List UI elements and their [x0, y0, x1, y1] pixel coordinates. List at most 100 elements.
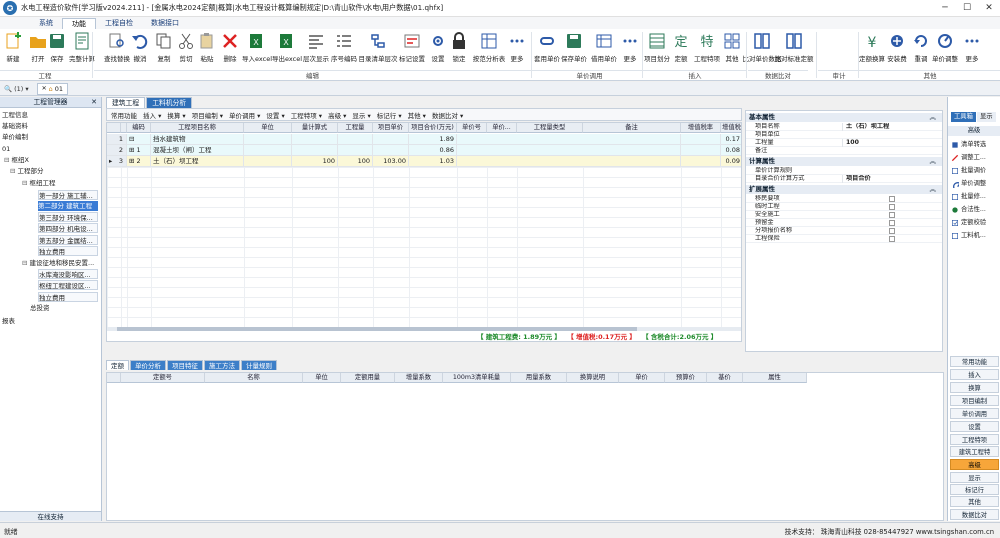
collapse-arrow-icon[interactable]: ︽	[930, 113, 937, 122]
ribbon-cut-button-7[interactable]: 剪切	[176, 31, 196, 63]
ribbon-undo-button-5[interactable]: 撤消	[130, 31, 150, 63]
grid-scrollbar[interactable]	[107, 327, 741, 331]
grid-column-header[interactable]: 工程项目名称	[151, 123, 244, 133]
grid-column-header[interactable]: 项目合价(万元)	[409, 123, 457, 133]
ribbon-paste-button-8[interactable]: 粘贴	[197, 31, 217, 63]
project-grid[interactable]: 【 建筑工程费: 1.89万元 】 【 增值税:0.17万元 】 【 含税合计:…	[106, 122, 742, 342]
toolbox-item[interactable]: 批量修...	[951, 192, 986, 202]
function-menu-6[interactable]: 工程特项 ▾	[291, 110, 322, 120]
tree-item[interactable]: 工程信息	[2, 110, 102, 120]
quota-column-header[interactable]: 100m3清单耗量	[443, 373, 511, 383]
maximize-button[interactable]: ☐	[956, 3, 978, 13]
function-menu-3[interactable]: 项目编制 ▾	[192, 110, 223, 120]
grid-column-header[interactable]: 增值税	[721, 123, 741, 133]
tree-item[interactable]: 基础资料	[2, 121, 102, 131]
cell-code[interactable]: ⊟	[127, 134, 151, 145]
cell-name[interactable]: 土（石）坝工程	[151, 156, 244, 167]
cell-price[interactable]: 103.00	[373, 156, 409, 167]
toolbox-nav-button[interactable]: 常用功能	[950, 356, 999, 367]
minimize-button[interactable]: ─	[934, 3, 956, 13]
quota-column-header[interactable]: 增量系数	[395, 373, 443, 383]
bottom-tab-0[interactable]: 定额	[106, 360, 129, 370]
ribbon-import-excel-button-10[interactable]: X 导入excel	[242, 31, 272, 63]
tree-item[interactable]: 第三部分 环境保...	[38, 212, 98, 222]
tree-item[interactable]: 枢纽工程建设区...	[38, 280, 98, 290]
grid-column-header[interactable]: 工程量类型	[517, 123, 583, 133]
quota-column-header[interactable]: 属性	[743, 373, 807, 383]
ribbon-compare-quota-button-29[interactable]: 比对标准定额	[775, 31, 814, 63]
cell-total[interactable]: 1.03	[409, 156, 457, 167]
property-section-header[interactable]: 扩展属性 ︽	[746, 185, 942, 194]
function-menu-0[interactable]: 常用功能	[111, 110, 137, 120]
function-menu-9[interactable]: 标记行 ▾	[377, 110, 402, 120]
ribbon-delete-button-9[interactable]: 删除	[220, 31, 240, 63]
ribbon-save-price-button-21[interactable]: 保存单价	[560, 31, 588, 63]
tree-item[interactable]: ⊟ 建设征地和移民安置...	[22, 258, 98, 268]
bottom-tab-2[interactable]: 项目特征	[167, 360, 203, 370]
quota-grid[interactable]: 定额号 名称 单位 定额用量 增量系数 100m3清单耗量 用量系数 换算说明 单价 预算价 基价属…	[106, 372, 944, 521]
cell-code[interactable]: ⊞ 1	[127, 145, 151, 156]
quota-column-header[interactable]: 定额号	[121, 373, 205, 383]
tree-item[interactable]: 第五部分 金属结...	[38, 235, 98, 245]
property-row[interactable]: 目录合价计算方式 项目合价	[746, 175, 942, 183]
function-menu-7[interactable]: 高级 ▾	[328, 110, 346, 120]
cell-price[interactable]	[373, 145, 409, 156]
property-row[interactable]: 移民要项	[746, 195, 942, 203]
grid-column-header[interactable]: 单位	[244, 123, 292, 133]
toolbox-nav-button[interactable]: 高级	[950, 459, 999, 470]
property-row[interactable]: 临时工程	[746, 203, 942, 211]
grid-column-header[interactable]	[107, 123, 121, 133]
ribbon-lock-button-17[interactable]: 锁定	[449, 31, 469, 63]
grid-column-header[interactable]: 工程量	[338, 123, 373, 133]
tab-material-analysis[interactable]: 工料机分析	[146, 97, 193, 108]
bottom-tab-3[interactable]: 施工方法	[204, 360, 240, 370]
grid-column-header[interactable]: 备注	[583, 123, 681, 133]
property-row[interactable]: 工程保险	[746, 235, 942, 243]
ribbon-apply-price-button-20[interactable]: 套用单价	[533, 31, 561, 63]
property-section-header[interactable]: 计算属性 ︽	[746, 157, 942, 166]
toolbox-nav-button[interactable]: 项目编制	[950, 395, 999, 406]
cell-tax-rate[interactable]	[681, 145, 721, 156]
tree-expand-icon[interactable]: ⊟	[22, 179, 30, 187]
tree-expand-icon[interactable]: ⊟	[22, 259, 30, 267]
property-checkbox[interactable]	[889, 220, 895, 226]
ribbon-quota-button-25[interactable]: 定定额	[671, 31, 691, 63]
function-menu-1[interactable]: 插入 ▾	[143, 110, 161, 120]
property-checkbox[interactable]	[889, 212, 895, 218]
menu-tab-3[interactable]: 数据接口	[142, 18, 188, 29]
ribbon-more-button-19[interactable]: 更多	[507, 31, 527, 63]
function-menu-8[interactable]: 显示 ▾	[352, 110, 370, 120]
tab-building-works[interactable]: 建筑工程	[106, 97, 146, 108]
cell-misc[interactable]	[457, 156, 681, 167]
tree-item[interactable]: ⊟ 工程部分	[10, 166, 98, 176]
toolbox-nav-button[interactable]: 显示	[950, 472, 999, 483]
quota-column-header[interactable]	[107, 373, 121, 383]
cell-tax[interactable]: 0.17	[721, 134, 741, 145]
property-value[interactable]: 100	[842, 139, 942, 147]
tree-item[interactable]: ⊟ 枢纽X	[4, 155, 100, 165]
bottom-tab-4[interactable]: 计量规则	[241, 360, 277, 370]
panel-close-icon[interactable]: ✕	[91, 97, 97, 108]
tree-item[interactable]: 01	[2, 144, 102, 154]
ribbon-layers-button-12[interactable]: 层次显示	[303, 31, 329, 63]
function-menu-10[interactable]: 其他 ▾	[408, 110, 426, 120]
function-menu-5[interactable]: 设置 ▾	[266, 110, 284, 120]
cell-misc[interactable]	[457, 145, 681, 156]
ribbon-readjust-button-32[interactable]: 重调	[911, 31, 931, 63]
quota-column-header[interactable]: 换算说明	[567, 373, 619, 383]
cell-name[interactable]: 挡水建筑物	[151, 134, 244, 145]
quota-column-header[interactable]: 基价	[707, 373, 743, 383]
ribbon-catalog-layers-button-14[interactable]: 目录清单层次	[359, 31, 398, 63]
project-dropdown[interactable]: 🔍 (1) ▾	[4, 85, 29, 93]
toolbox-nav-button[interactable]: 工程特项	[950, 434, 999, 445]
cell-misc[interactable]	[457, 134, 681, 145]
cell-qty[interactable]	[338, 145, 373, 156]
property-checkbox[interactable]	[889, 228, 895, 234]
function-menu-4[interactable]: 单价调用 ▾	[229, 110, 260, 120]
property-row[interactable]: 备注	[746, 147, 942, 155]
property-row[interactable]: 项目名称 土（石）坝工程	[746, 123, 942, 131]
grid-column-header[interactable]: 量计算式	[292, 123, 338, 133]
cell-unit[interactable]	[244, 145, 292, 156]
ribbon-borrow-price-button-22[interactable]: 借用单价	[590, 31, 618, 63]
grid-column-header[interactable]: 单价号	[457, 123, 487, 133]
